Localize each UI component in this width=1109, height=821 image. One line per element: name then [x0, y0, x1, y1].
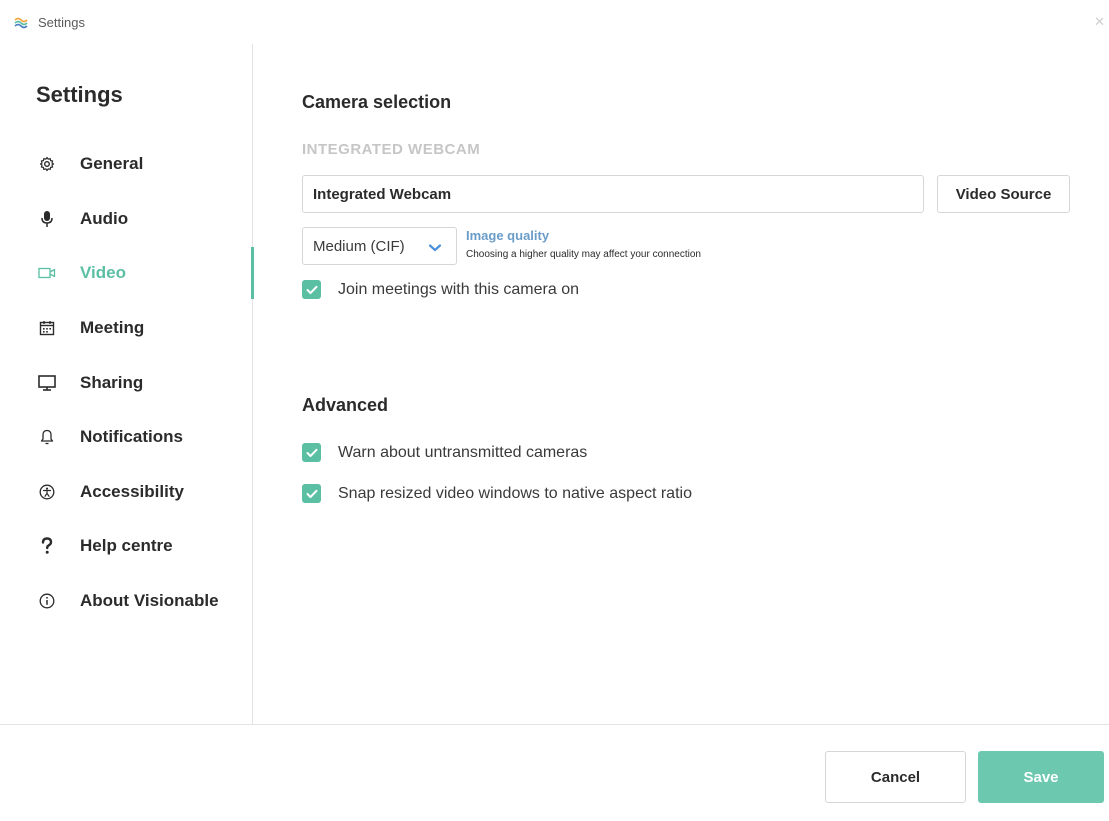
sidebar-item-general[interactable]: General — [0, 137, 253, 192]
sidebar-item-label: About Visionable — [80, 591, 219, 611]
calendar-icon — [37, 318, 57, 338]
chevron-down-icon — [428, 240, 442, 252]
camera-device-label: INTEGRATED WEBCAM — [302, 141, 481, 158]
sidebar-nav: General Audio Video Meeting Sharing Noti… — [0, 137, 254, 629]
window-title: Settings — [38, 14, 85, 30]
save-button[interactable]: Save — [978, 751, 1104, 803]
sidebar-item-audio[interactable]: Audio — [0, 192, 253, 247]
settings-window: Settings ✕ Settings General Audio Video … — [0, 0, 1109, 821]
image-quality-title: Image quality — [466, 228, 550, 243]
monitor-icon — [37, 373, 57, 393]
image-quality-value: Medium (CIF) — [313, 237, 405, 255]
microphone-icon — [37, 209, 57, 229]
snap-aspect-label: Snap resized video windows to native asp… — [338, 484, 692, 502]
checkmark-icon — [306, 285, 317, 294]
sidebar-item-accessibility[interactable]: Accessibility — [0, 465, 253, 520]
warn-untransmitted-checkbox[interactable] — [302, 443, 321, 462]
close-icon[interactable]: ✕ — [1094, 14, 1105, 30]
question-icon — [37, 536, 57, 556]
camera-device-field[interactable]: Integrated Webcam — [302, 175, 924, 213]
gear-icon — [37, 154, 57, 174]
checkmark-icon — [306, 448, 317, 457]
sidebar-item-video[interactable]: Video — [0, 246, 254, 301]
sidebar-item-label: Sharing — [80, 372, 144, 392]
image-quality-select[interactable]: Medium (CIF) — [302, 227, 457, 265]
visionable-logo-icon — [14, 16, 30, 29]
sidebar-item-label: Accessibility — [80, 481, 184, 501]
join-with-camera-option[interactable]: Join meetings with this camera on — [302, 280, 579, 299]
sidebar-item-label: Video — [80, 263, 126, 283]
video-settings-panel: Camera selection INTEGRATED WEBCAM Integ… — [254, 44, 1109, 724]
accessibility-icon — [37, 482, 57, 502]
advanced-heading: Advanced — [302, 395, 389, 415]
image-quality-hint: Choosing a higher quality may affect you… — [466, 249, 701, 260]
sidebar-item-label: Audio — [80, 208, 129, 228]
video-source-button[interactable]: Video Source — [937, 175, 1070, 213]
sidebar-item-about-visionable[interactable]: About Visionable — [0, 574, 253, 629]
sidebar: Settings General Audio Video Meeting Sha… — [0, 44, 254, 724]
dialog-footer: Cancel Save — [0, 724, 1109, 821]
checkmark-icon — [306, 489, 317, 498]
warn-untransmitted-option[interactable]: Warn about untransmitted cameras — [302, 443, 587, 462]
warn-untransmitted-label: Warn about untransmitted cameras — [338, 443, 588, 461]
camera-selection-heading: Camera selection — [302, 92, 452, 112]
sidebar-item-help-centre[interactable]: Help centre — [0, 519, 253, 574]
snap-aspect-option[interactable]: Snap resized video windows to native asp… — [302, 484, 692, 503]
join-with-camera-checkbox[interactable] — [302, 280, 321, 299]
sidebar-item-label: Meeting — [80, 318, 145, 338]
sidebar-item-label: General — [80, 154, 144, 174]
sidebar-item-sharing[interactable]: Sharing — [0, 355, 253, 410]
sidebar-item-label: Notifications — [80, 427, 183, 447]
join-with-camera-label: Join meetings with this camera on — [338, 280, 579, 298]
info-icon — [37, 591, 57, 611]
snap-aspect-checkbox[interactable] — [302, 484, 321, 503]
sidebar-title: Settings — [36, 82, 123, 107]
sidebar-item-label: Help centre — [80, 536, 173, 556]
bell-icon — [37, 427, 57, 447]
title-bar: Settings ✕ — [0, 0, 1109, 44]
cancel-button[interactable]: Cancel — [825, 751, 966, 803]
video-camera-icon — [37, 263, 57, 283]
sidebar-item-meeting[interactable]: Meeting — [0, 301, 253, 356]
sidebar-item-notifications[interactable]: Notifications — [0, 410, 253, 465]
camera-device-value: Integrated Webcam — [313, 185, 452, 203]
